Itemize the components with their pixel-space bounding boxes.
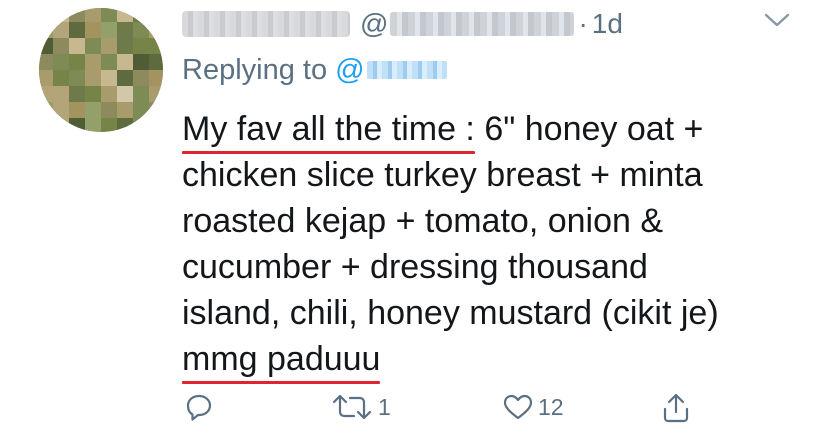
like-count: 12	[538, 393, 564, 420]
handle-redacted[interactable]	[390, 12, 575, 36]
share-button[interactable]	[660, 392, 696, 424]
reply-icon	[186, 394, 212, 421]
share-icon	[663, 393, 689, 423]
handle-prefix: @	[360, 8, 389, 39]
retweet-count: 1	[378, 393, 391, 420]
action-bar: 1 12	[0, 392, 828, 432]
tweet-line: cucumber + dressing thousand	[182, 248, 648, 286]
tweet-line: roasted kejap + tomato, onion &	[182, 202, 664, 240]
tweet-header: @ · 1d	[182, 4, 623, 44]
replying-to: Replying to @	[182, 52, 447, 88]
timestamp[interactable]: 1d	[592, 8, 623, 40]
replying-label: Replying to	[182, 53, 328, 86]
like-button[interactable]: 12	[502, 392, 564, 422]
tweet-line-rest: 6" honey oat +	[474, 110, 704, 148]
reply-button[interactable]	[184, 392, 218, 422]
chevron-down-icon[interactable]	[762, 10, 792, 30]
tweet-text: My fav all the time : 6" honey oat + chi…	[182, 106, 802, 382]
retweet-button[interactable]: 1	[330, 392, 391, 422]
avatar[interactable]	[39, 8, 163, 132]
separator-dot: ·	[578, 8, 588, 39]
tweet-line: chicken slice turkey breast + minta	[182, 156, 703, 194]
heart-icon	[503, 394, 533, 420]
tweet-line: My fav all the time : 6" honey oat +	[182, 106, 802, 152]
tweet-line: mmg paduuu	[182, 336, 802, 382]
underlined-phrase: My fav all the time :	[182, 110, 475, 148]
underlined-phrase: mmg paduuu	[182, 340, 381, 378]
display-name-redacted[interactable]	[182, 11, 350, 37]
replying-handle-redacted[interactable]	[366, 61, 447, 79]
replying-handle-prefix[interactable]: @	[335, 54, 364, 87]
tweet-line: island, chili, honey mustard (cikit je)	[182, 294, 719, 332]
retweet-icon	[332, 394, 372, 420]
